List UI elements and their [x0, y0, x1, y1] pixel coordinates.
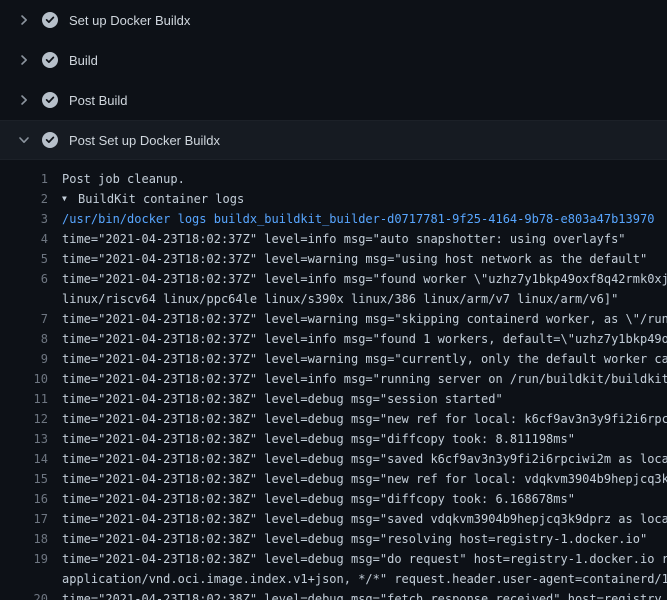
log-line-text: time="2021-04-23T18:02:38Z" level=debug …	[62, 429, 667, 449]
check-circle-icon	[42, 52, 58, 68]
log-line-text: time="2021-04-23T18:02:38Z" level=debug …	[62, 389, 667, 409]
log-line-text: time="2021-04-23T18:02:38Z" level=debug …	[62, 409, 667, 429]
check-circle-icon	[42, 132, 58, 148]
log-line-number[interactable]: 9	[0, 349, 48, 369]
log-line-text: time="2021-04-23T18:02:38Z" level=debug …	[62, 589, 667, 600]
log-line-number[interactable]: 14	[0, 449, 48, 469]
step-label: Post Set up Docker Buildx	[69, 133, 220, 148]
log-line-text: time="2021-04-23T18:02:38Z" level=debug …	[62, 469, 667, 489]
log-line: 12 time="2021-04-23T18:02:38Z" level=deb…	[0, 409, 667, 429]
log-line-number[interactable]: 19	[0, 549, 48, 569]
log-line: application/vnd.oci.image.index.v1+json,…	[0, 569, 667, 589]
log-line: 2 ▼ BuildKit container logs	[0, 189, 667, 209]
log-line: 6 time="2021-04-23T18:02:37Z" level=info…	[0, 269, 667, 289]
chevron-icon[interactable]	[16, 12, 32, 28]
log-line: 18 time="2021-04-23T18:02:38Z" level=deb…	[0, 529, 667, 549]
log-line: 4 time="2021-04-23T18:02:37Z" level=info…	[0, 229, 667, 249]
log-line-text: application/vnd.oci.image.index.v1+json,…	[62, 569, 667, 589]
step-label: Post Build	[69, 93, 128, 108]
log-line-text: linux/riscv64 linux/ppc64le linux/s390x …	[62, 289, 667, 309]
step-label: Set up Docker Buildx	[69, 13, 190, 28]
log-line: 16 time="2021-04-23T18:02:38Z" level=deb…	[0, 489, 667, 509]
chevron-icon[interactable]	[16, 92, 32, 108]
log-line-number[interactable]: 4	[0, 229, 48, 249]
log-line: 5 time="2021-04-23T18:02:37Z" level=warn…	[0, 249, 667, 269]
log-line-number[interactable]: 16	[0, 489, 48, 509]
log-line-number[interactable]	[0, 289, 48, 309]
log-line-text: Post job cleanup.	[62, 169, 667, 189]
log-line-text: time="2021-04-23T18:02:37Z" level=info m…	[62, 329, 667, 349]
log-line-text: time="2021-04-23T18:02:37Z" level=warnin…	[62, 349, 667, 369]
step-header-build[interactable]: Build	[0, 40, 667, 80]
log-line-text: /usr/bin/docker logs buildx_buildkit_bui…	[62, 209, 667, 229]
log-line-text: time="2021-04-23T18:02:37Z" level=warnin…	[62, 249, 667, 269]
log-line-text: time="2021-04-23T18:02:38Z" level=debug …	[62, 449, 667, 469]
log-line-text: time="2021-04-23T18:02:38Z" level=debug …	[62, 509, 667, 529]
chevron-icon[interactable]	[16, 52, 32, 68]
log-line: 10 time="2021-04-23T18:02:37Z" level=inf…	[0, 369, 667, 389]
log-line: 15 time="2021-04-23T18:02:38Z" level=deb…	[0, 469, 667, 489]
log-line-number[interactable]: 13	[0, 429, 48, 449]
log-line: 19 time="2021-04-23T18:02:38Z" level=deb…	[0, 549, 667, 569]
log-line-number[interactable]: 2	[0, 189, 48, 209]
log-line-text: time="2021-04-23T18:02:38Z" level=debug …	[62, 489, 667, 509]
log-line: 1 Post job cleanup.	[0, 169, 667, 189]
log-line: 20 time="2021-04-23T18:02:38Z" level=deb…	[0, 589, 667, 600]
log-line-number[interactable]: 7	[0, 309, 48, 329]
log-line: 3 /usr/bin/docker logs buildx_buildkit_b…	[0, 209, 667, 229]
log-line-number[interactable]: 10	[0, 369, 48, 389]
log-line-text: BuildKit container logs	[78, 189, 667, 209]
log-line-text: time="2021-04-23T18:02:38Z" level=debug …	[62, 529, 667, 549]
log-line-number[interactable]: 20	[0, 589, 48, 600]
log-line-number[interactable]: 17	[0, 509, 48, 529]
log-line-text: time="2021-04-23T18:02:37Z" level=info m…	[62, 269, 667, 289]
log-line: linux/riscv64 linux/ppc64le linux/s390x …	[0, 289, 667, 309]
step-header-post-set-up-docker-buildx[interactable]: Post Set up Docker Buildx	[0, 120, 667, 160]
log-viewer: 1 Post job cleanup. 2 ▼ BuildKit contain…	[0, 160, 667, 600]
step-label: Build	[69, 53, 98, 68]
step-header-post-build[interactable]: Post Build	[0, 80, 667, 120]
log-line: 8 time="2021-04-23T18:02:37Z" level=info…	[0, 329, 667, 349]
log-line-number[interactable]	[0, 569, 48, 589]
log-line-number[interactable]: 3	[0, 209, 48, 229]
log-line-text: time="2021-04-23T18:02:38Z" level=debug …	[62, 549, 667, 569]
log-line: 9 time="2021-04-23T18:02:37Z" level=warn…	[0, 349, 667, 369]
log-line: 17 time="2021-04-23T18:02:38Z" level=deb…	[0, 509, 667, 529]
log-line: 11 time="2021-04-23T18:02:38Z" level=deb…	[0, 389, 667, 409]
log-line-number[interactable]: 6	[0, 269, 48, 289]
chevron-icon[interactable]	[16, 132, 32, 148]
log-line-text: time="2021-04-23T18:02:37Z" level=warnin…	[62, 309, 667, 329]
steps-list: Set up Docker Buildx Build P	[0, 0, 667, 160]
log-line-number[interactable]: 1	[0, 169, 48, 189]
check-circle-icon	[42, 12, 58, 28]
log-line-number[interactable]: 18	[0, 529, 48, 549]
log-line-number[interactable]: 11	[0, 389, 48, 409]
log-line-text: time="2021-04-23T18:02:37Z" level=info m…	[62, 229, 667, 249]
check-circle-icon	[42, 92, 58, 108]
log-line: 13 time="2021-04-23T18:02:38Z" level=deb…	[0, 429, 667, 449]
step-header-set-up-docker-buildx[interactable]: Set up Docker Buildx	[0, 0, 667, 40]
log-line-number[interactable]: 8	[0, 329, 48, 349]
log-line-text: time="2021-04-23T18:02:37Z" level=info m…	[62, 369, 667, 389]
log-line: 7 time="2021-04-23T18:02:37Z" level=warn…	[0, 309, 667, 329]
log-line-number[interactable]: 15	[0, 469, 48, 489]
log-line: 14 time="2021-04-23T18:02:38Z" level=deb…	[0, 449, 667, 469]
log-group-toggle-icon[interactable]: ▼	[62, 189, 73, 209]
log-line-number[interactable]: 5	[0, 249, 48, 269]
log-line-number[interactable]: 12	[0, 409, 48, 429]
